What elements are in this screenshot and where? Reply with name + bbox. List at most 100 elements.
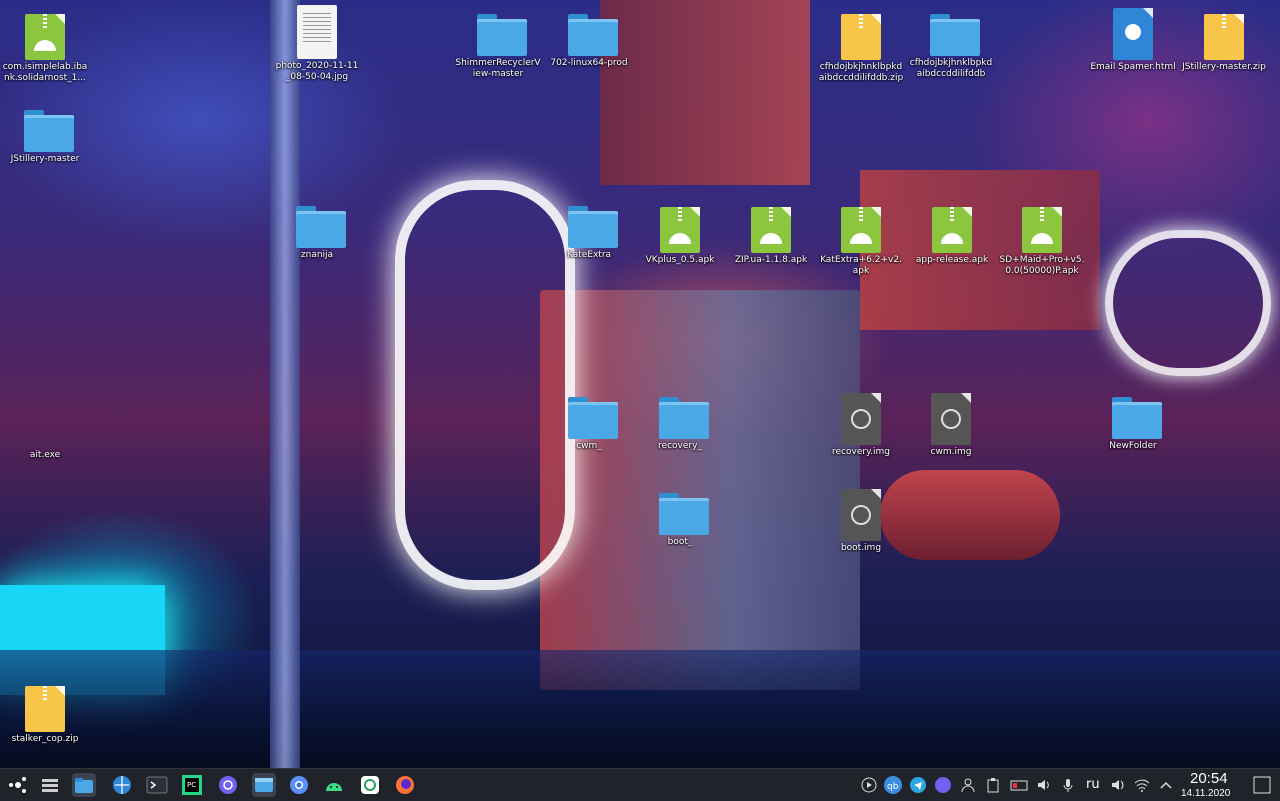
icon-label: boot.img [840, 543, 882, 553]
image-preview-icon [303, 13, 331, 43]
speaker-icon[interactable] [1110, 777, 1126, 793]
desktop-icon-ait-exe[interactable]: ait.exe [0, 402, 90, 461]
svg-text:qb: qb [887, 782, 899, 792]
folder-icon [294, 202, 346, 248]
disc-image-icon [941, 409, 961, 429]
desktop-icon-recovery-folder[interactable]: recovery_ [635, 393, 725, 452]
terminal-icon[interactable] [145, 773, 169, 797]
icon-label: KatExtra+6.2+v2.apk [820, 255, 902, 276]
icon-label: KateExtra [566, 250, 612, 260]
icon-label: recovery.img [832, 447, 890, 457]
icon-label: znanija [300, 250, 334, 260]
vpn-icon[interactable] [358, 773, 382, 797]
desktop-icon-cfhdoj-zip[interactable]: cfhdojbkjhnklbpkdaibdccddilifddb.zip [816, 14, 906, 84]
icon-label: recovery_ [658, 441, 702, 451]
desktop-icon-boot-img[interactable]: boot.img [816, 489, 906, 554]
wifi-icon[interactable] [1134, 777, 1150, 793]
battery-icon[interactable] [1010, 777, 1030, 793]
icon-label: stalker_cop.zip [11, 734, 79, 744]
icon-label: SD+Maid+Pro+v5.0.0(50000)P.apk [999, 255, 1085, 276]
folder-icon [928, 10, 980, 56]
firefox-icon[interactable] [393, 773, 417, 797]
icon-label: VKplus_0.5.apk [645, 255, 715, 265]
icon-label: NewFolder [1109, 441, 1157, 451]
disc-image-icon [851, 505, 871, 525]
icon-label: cwm.img [930, 447, 972, 457]
desktop-icon-com-isimplelab[interactable]: com.isimplelab.ibank.solidarnost_1... [0, 14, 90, 84]
icon-label: app-release.apk [915, 255, 989, 265]
html-globe-icon [1125, 24, 1141, 40]
file-manager-icon[interactable] [72, 773, 96, 797]
desktop-icon-vkplus-apk[interactable]: VKplus_0.5.apk [635, 207, 725, 266]
desktop-icon-702-linux64-prod[interactable]: 702-linux64-prod [544, 10, 634, 69]
icon-label: Email Spamer.html [1090, 62, 1176, 72]
browser-globe-icon[interactable] [110, 773, 134, 797]
clock-date[interactable]: 14.11.2020 [1181, 788, 1230, 799]
desktop-icon-photo[interactable]: photo_2020-11-11_08-50-04.jpg [272, 5, 362, 83]
icon-label: 702-linux64-prod [550, 58, 628, 68]
disc-image-icon [851, 409, 871, 429]
desktop-icon-kateextra[interactable]: KateExtra [544, 202, 634, 261]
system-monitor-icon[interactable] [38, 773, 62, 797]
icon-label: photo_2020-11-11_08-50-04.jpg [275, 61, 359, 82]
folder-icon [566, 393, 618, 439]
android-studio-icon[interactable] [322, 773, 346, 797]
exe-icon [22, 402, 68, 448]
zip-icon [1222, 14, 1226, 28]
disk-app-icon[interactable] [252, 773, 276, 797]
desktop-icon-newfolder[interactable]: NewFolder [1088, 393, 1178, 452]
wallpaper-floor [0, 650, 1280, 768]
folder-icon [475, 10, 527, 56]
zip-icon [43, 686, 47, 700]
show-desktop-icon[interactable] [1252, 775, 1272, 795]
icon-label: ait.exe [29, 450, 61, 460]
desktop-icon-recovery-img[interactable]: recovery.img [816, 393, 906, 458]
taskbar: PC qb ru 20:54 14.11.2020 [0, 768, 1280, 801]
clock-time[interactable]: 20:54 [1190, 770, 1228, 787]
wallpaper-pole [270, 0, 300, 768]
desktop-icon-zipua-apk[interactable]: ZIP.ua-1.1.8.apk [726, 207, 816, 266]
desktop-icon-sdmaid-apk[interactable]: SD+Maid+Pro+v5.0.0(50000)P.apk [997, 207, 1087, 277]
clipboard-icon[interactable] [985, 777, 1001, 793]
microphone-icon[interactable] [1060, 777, 1076, 793]
desktop-icon-email-spamer[interactable]: Email Spamer.html [1088, 8, 1178, 73]
desktop-icon-jstillery-zip[interactable]: JStillery-master.zip [1179, 14, 1269, 73]
desktop-icon-boot-folder[interactable]: boot_ [635, 489, 725, 548]
desktop-icon-cwm-folder[interactable]: cwm_ [544, 393, 634, 452]
application-launcher-icon[interactable] [6, 773, 30, 797]
folder-icon [657, 489, 709, 535]
viber-icon[interactable] [216, 773, 240, 797]
media-player-icon[interactable] [861, 777, 877, 793]
desktop-icon-jstillery-folder[interactable]: JStillery-master [0, 106, 90, 165]
wallpaper-penguin-logo-right [1105, 230, 1271, 376]
zip-icon [859, 14, 863, 28]
volume-icon[interactable] [1036, 777, 1052, 793]
qbittorrent-icon[interactable]: qb [884, 776, 902, 794]
telegram-icon[interactable] [910, 777, 926, 793]
icon-label: cfhdojbkjhnklbpkdaibdccddilifddb [909, 58, 993, 79]
svg-text:PC: PC [187, 781, 196, 789]
keyboard-layout-indicator[interactable]: ru [1086, 777, 1100, 792]
icon-label: boot_ [667, 537, 693, 547]
viber-tray-icon[interactable] [935, 777, 951, 793]
desktop-icon-znanija[interactable]: znanija [272, 202, 362, 261]
folder-icon [566, 202, 618, 248]
icon-label: cwm_ [576, 441, 602, 451]
icon-label: ShimmerRecyclerView-master [455, 58, 541, 79]
expand-tray-icon[interactable] [1158, 777, 1174, 793]
pycharm-icon[interactable]: PC [180, 773, 204, 797]
desktop-icon-katextra-apk[interactable]: KatExtra+6.2+v2.apk [816, 207, 906, 277]
desktop-icon-cfhdoj-folder[interactable]: cfhdojbkjhnklbpkdaibdccddilifddb [906, 10, 996, 80]
desktop-icon-cwm-img[interactable]: cwm.img [906, 393, 996, 458]
icon-label: com.isimplelab.ibank.solidarnost_1... [2, 62, 88, 83]
user-switch-icon[interactable] [960, 777, 976, 793]
chromium-icon[interactable] [287, 773, 311, 797]
desktop-wallpaper [0, 0, 1280, 768]
folder-icon [566, 10, 618, 56]
desktop-icon-shimmerrecyclerview[interactable]: ShimmerRecyclerView-master [453, 10, 543, 80]
desktop-icon-app-release-apk[interactable]: app-release.apk [907, 207, 997, 266]
desktop-icon-stalker-cop-zip[interactable]: stalker_cop.zip [0, 686, 90, 745]
folder-icon [22, 106, 74, 152]
icon-label: JStillery-master [10, 154, 80, 164]
icon-label: JStillery-master.zip [1182, 62, 1266, 72]
